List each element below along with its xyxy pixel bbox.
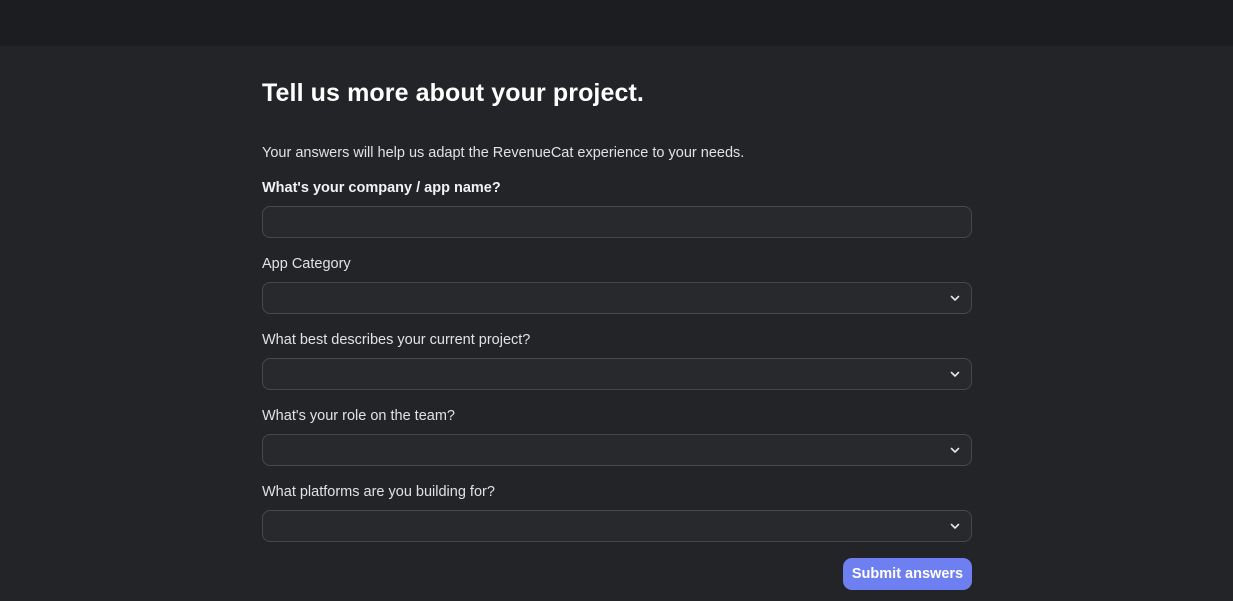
- chevron-down-icon: [950, 523, 960, 529]
- project-type-label: What best describes your current project…: [262, 332, 531, 348]
- chevron-down-icon: [950, 295, 960, 301]
- company-name-label: What's your company / app name?: [262, 180, 501, 196]
- app-category-select[interactable]: [262, 282, 972, 314]
- team-role-select[interactable]: [262, 434, 972, 466]
- top-bar: [0, 0, 1233, 46]
- company-name-field[interactable]: [262, 206, 972, 238]
- project-type-select[interactable]: [262, 358, 972, 390]
- platforms-label: What platforms are you building for?: [262, 484, 495, 500]
- chevron-down-icon: [950, 371, 960, 377]
- page-subtitle: Your answers will help us adapt the Reve…: [262, 145, 745, 161]
- platforms-select[interactable]: [262, 510, 972, 542]
- team-role-label: What's your role on the team?: [262, 408, 455, 424]
- app-category-label: App Category: [262, 256, 351, 272]
- page-title: Tell us more about your project.: [262, 79, 644, 107]
- company-name-input[interactable]: [263, 207, 971, 237]
- chevron-down-icon: [950, 447, 960, 453]
- submit-answers-button[interactable]: Submit answers: [843, 558, 972, 590]
